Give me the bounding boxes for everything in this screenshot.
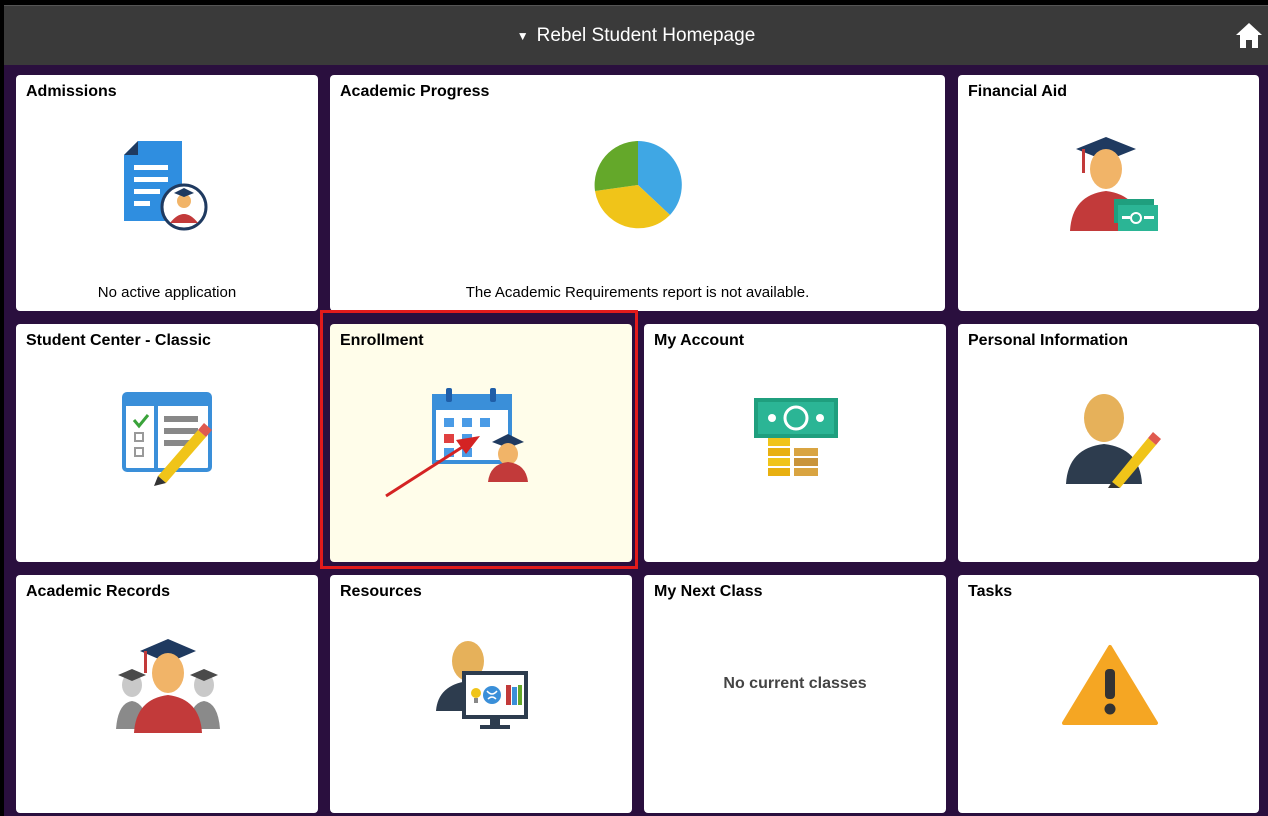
money-coins-icon (754, 398, 838, 476)
academic-progress-status: The Academic Requirements report is not … (465, 284, 810, 301)
next-class-message: No current classes (723, 675, 867, 692)
person-pencil-icon (1066, 394, 1161, 488)
dropdown-caret-icon[interactable]: ▼ (517, 29, 529, 43)
tile-admissions[interactable]: Admissions No active application (16, 75, 318, 311)
tile-academic-progress[interactable]: Academic Progress The Academic Requireme… (330, 75, 945, 311)
tile-title: Resources (340, 583, 422, 600)
tile-academic-records[interactable]: Academic Records (16, 575, 318, 813)
tile-financial-aid[interactable]: Financial Aid (958, 75, 1259, 311)
tile-my-next-class[interactable]: My Next Class No current classes (644, 575, 946, 813)
admissions-status: No active application (97, 284, 237, 301)
tile-enrollment[interactable]: Enrollment (330, 324, 632, 562)
tile-title: Student Center - Classic (26, 332, 211, 349)
tile-title: Financial Aid (968, 83, 1067, 100)
tile-title: Enrollment (340, 332, 424, 349)
homepage-header: ▼ Rebel Student Homepage (4, 5, 1268, 66)
warning-icon (1062, 645, 1158, 725)
graduate-money-icon (1070, 137, 1158, 231)
tile-title: Personal Information (968, 332, 1129, 349)
tile-title: My Account (654, 332, 745, 349)
tile-resources[interactable]: Resources (330, 575, 632, 813)
tile-title: Admissions (26, 83, 117, 100)
tile-title: My Next Class (654, 583, 763, 600)
document-student-icon (124, 141, 208, 231)
homepage-title[interactable]: Rebel Student Homepage (537, 25, 756, 47)
tile-student-center-classic[interactable]: Student Center - Classic (16, 324, 318, 562)
tile-personal-information[interactable]: Personal Information (958, 324, 1259, 562)
tile-tasks[interactable]: Tasks (958, 575, 1259, 813)
tile-grid: Admissions No active application Academi… (4, 65, 1268, 816)
pie-chart-icon (594, 141, 682, 229)
tile-title: Academic Progress (340, 83, 490, 100)
tile-title: Academic Records (26, 583, 171, 600)
home-icon[interactable] (1234, 20, 1264, 50)
teacher-screen-icon (436, 641, 528, 729)
checklist-pencil-icon (122, 392, 212, 486)
tile-title: Tasks (968, 583, 1013, 600)
pointer-arrow-annotation (385, 436, 480, 498)
tile-my-account[interactable]: My Account (644, 324, 946, 562)
graduates-group-icon (116, 639, 220, 733)
